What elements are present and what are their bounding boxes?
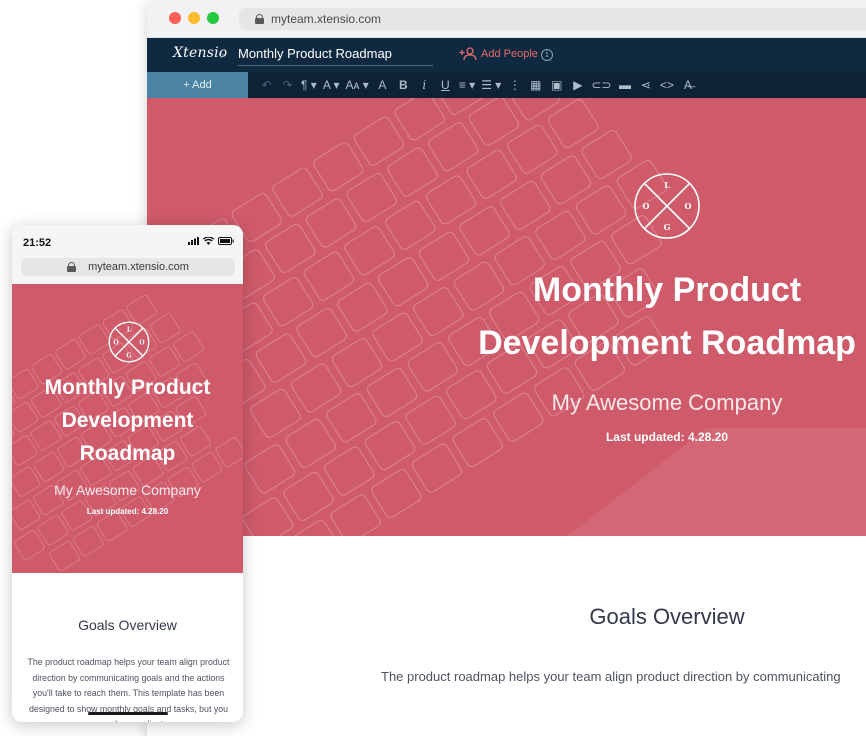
mobile-phone-frame: 21:52 myteam.xtensio.com L O O G Monthly… xyxy=(12,225,243,722)
list-icon[interactable]: ☰ ▾ xyxy=(478,72,504,98)
last-updated-text[interactable]: Last updated: 4.28.20 xyxy=(517,430,817,444)
share-icon[interactable]: ⋖ xyxy=(635,72,656,98)
goals-paragraph[interactable]: The product roadmap helps your team alig… xyxy=(381,669,866,684)
company-logo-icon: L O O G xyxy=(108,321,150,363)
font-color-icon[interactable]: A ▾ xyxy=(320,72,343,98)
mobile-status-bar: 21:52 xyxy=(12,225,243,258)
mobile-hero-section: L O O G Monthly Product Development Road… xyxy=(12,284,243,573)
paragraph-icon[interactable]: ¶ ▾ xyxy=(298,72,320,98)
add-people-button[interactable]: Add People xyxy=(459,47,538,61)
embed-icon[interactable]: ▬ xyxy=(614,72,635,98)
logo-letter-right: O xyxy=(139,339,145,346)
logo-letter-right: O xyxy=(685,201,692,211)
code-icon[interactable]: <> xyxy=(656,72,677,98)
video-icon[interactable]: ▶ xyxy=(567,72,588,98)
mobile-address-bar[interactable]: myteam.xtensio.com xyxy=(21,258,235,276)
status-time: 21:52 xyxy=(23,237,52,249)
battery-icon xyxy=(218,237,234,245)
link-icon[interactable]: ⊂⊃ xyxy=(588,72,614,98)
mobile-hero-subtitle: My Awesome Company xyxy=(54,482,201,498)
mobile-last-updated: Last updated: 4.28.20 xyxy=(86,507,169,516)
add-block-button[interactable]: + Add xyxy=(147,72,248,98)
image-icon[interactable]: ▣ xyxy=(546,72,567,98)
maximize-window-button[interactable] xyxy=(207,12,219,24)
chevron-right-icon: › xyxy=(220,46,225,62)
logo-letter-bottom: G xyxy=(126,352,131,359)
minimize-window-button[interactable] xyxy=(188,12,200,24)
address-bar-url: myteam.xtensio.com xyxy=(271,12,382,26)
mobile-hero-title: Monthly Product Development Roadmap xyxy=(44,376,211,465)
mobile-browser-chrome: 21:52 myteam.xtensio.com xyxy=(12,225,243,284)
document-title-input[interactable]: Monthly Product Roadmap xyxy=(238,44,433,66)
add-people-icon xyxy=(459,47,477,61)
lock-icon xyxy=(255,14,264,24)
signal-icon xyxy=(188,237,199,245)
italic-icon[interactable]: i xyxy=(414,72,435,98)
underline-icon[interactable]: U xyxy=(435,72,456,98)
editor-toolbar: + Add ↶ ↷ ¶ ▾ A ▾ Aᴀ ▾ A B i U ≡ ▾ ☰ ▾ ⋮… xyxy=(147,72,866,98)
browser-chrome: myteam.xtensio.com xyxy=(147,0,866,38)
desktop-browser-window: myteam.xtensio.com Xtensio › Monthly Pro… xyxy=(147,0,866,736)
status-icons xyxy=(188,237,234,245)
redo-icon[interactable]: ↷ xyxy=(277,72,298,98)
wifi-icon xyxy=(203,237,214,245)
table-icon[interactable]: ▦ xyxy=(525,72,546,98)
add-people-label: Add People xyxy=(481,48,538,60)
clear-format-icon[interactable]: A̶ xyxy=(677,72,698,98)
address-bar[interactable]: myteam.xtensio.com xyxy=(239,8,866,30)
goals-heading[interactable]: Goals Overview xyxy=(507,604,827,630)
company-logo-icon: L O O G xyxy=(634,173,700,239)
home-indicator[interactable] xyxy=(88,712,168,715)
hero-section: L O O G Monthly Product Development Road… xyxy=(147,98,866,536)
logo-letter-left: O xyxy=(643,201,650,211)
logo-letter-top: L xyxy=(664,180,670,190)
more-icon[interactable]: ⋮ xyxy=(504,72,525,98)
mobile-goals-heading: Goals Overview xyxy=(78,617,177,633)
info-icon[interactable]: i xyxy=(541,49,553,61)
hero-title[interactable]: Monthly Product Development Roadmap xyxy=(437,264,866,370)
undo-icon[interactable]: ↶ xyxy=(256,72,277,98)
close-window-button[interactable] xyxy=(169,12,181,24)
app-header: Xtensio › Monthly Product Roadmap Add Pe… xyxy=(147,38,866,72)
logo-letter-bottom: G xyxy=(664,222,671,232)
mobile-address-url: myteam.xtensio.com xyxy=(88,261,189,273)
font-size-icon[interactable]: Aᴀ ▾ xyxy=(343,72,372,98)
logo-letter-left: O xyxy=(113,339,119,346)
hero-subtitle[interactable]: My Awesome Company xyxy=(467,390,866,416)
logo-letter-top: L xyxy=(127,327,132,334)
text-style-icon[interactable]: A xyxy=(372,72,393,98)
align-icon[interactable]: ≡ ▾ xyxy=(456,72,478,98)
lock-icon xyxy=(67,262,77,272)
bold-icon[interactable]: B xyxy=(393,72,414,98)
